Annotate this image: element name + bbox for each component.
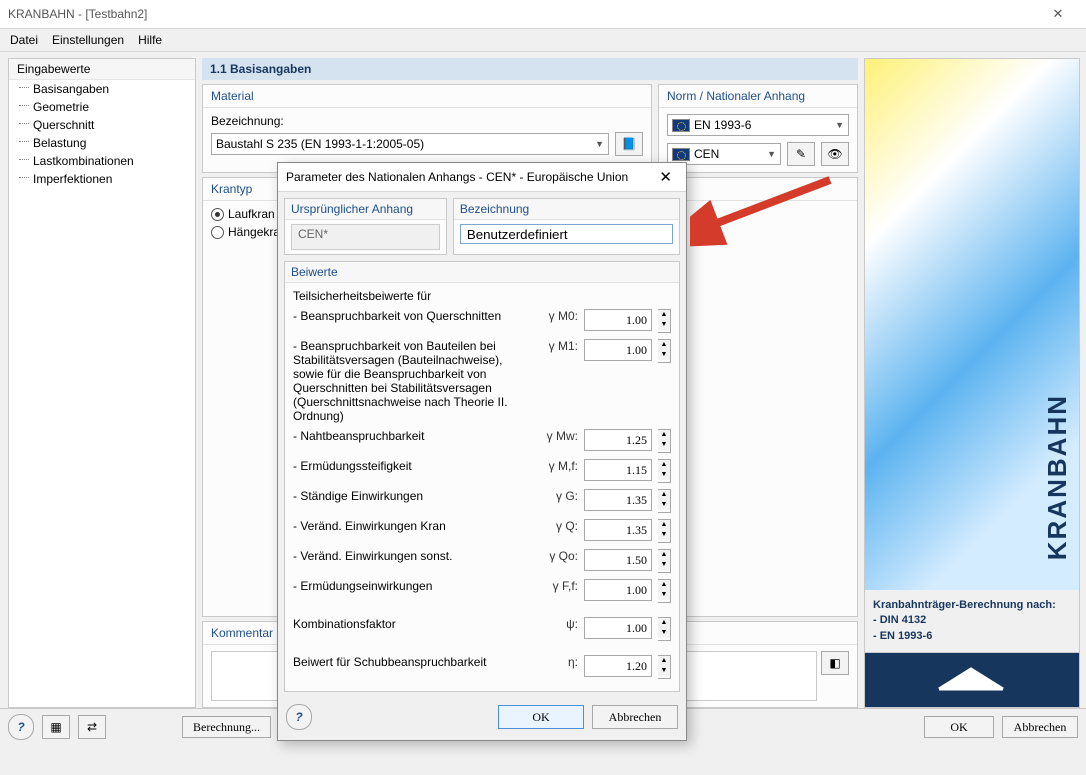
question-icon: ? <box>295 710 302 724</box>
radio-icon <box>211 226 224 239</box>
gamma-m0-input[interactable] <box>584 309 652 331</box>
original-annex-group: Ursprünglicher Anhang CEN* <box>284 198 447 255</box>
bezeichnung-input[interactable] <box>460 224 673 244</box>
gamma-row: - Veränd. Einwirkungen Kran γ Q: ▲▼ <box>293 519 671 543</box>
dialog-ok-button[interactable]: OK <box>498 705 584 729</box>
brand-info-line: - EN 1993-6 <box>873 629 1071 644</box>
spinner-buttons[interactable]: ▲▼ <box>658 549 671 573</box>
eta-input[interactable] <box>584 655 652 677</box>
gamma-row: - Beanspruchbarkeit von Bauteilen bei St… <box>293 339 671 423</box>
gamma-qo-input[interactable] <box>584 549 652 571</box>
close-icon[interactable]: ✕ <box>1038 6 1078 22</box>
norm-view-button[interactable]: 👁 <box>821 142 849 166</box>
gamma-row: - Veränd. Einwirkungen sonst. γ Qo: ▲▼ <box>293 549 671 573</box>
spinner-buttons[interactable]: ▲▼ <box>658 655 671 679</box>
norm-code-select[interactable]: EN 1993-6▼ <box>667 114 849 136</box>
main-ok-button[interactable]: OK <box>924 716 994 738</box>
norm-title: Norm / Nationaler Anhang <box>659 85 857 108</box>
dialog-title: Parameter des Nationalen Anhangs - CEN* … <box>286 170 628 184</box>
brand-panel: KRANBAHN Kranbahnträger-Berechnung nach:… <box>864 58 1080 708</box>
gamma-q-input[interactable] <box>584 519 652 541</box>
eu-flag-icon <box>672 148 690 161</box>
psi-input[interactable] <box>584 617 652 639</box>
spinner-buttons[interactable]: ▲▼ <box>658 519 671 543</box>
dialog-help-button[interactable]: ? <box>286 704 312 730</box>
original-annex-value: CEN* <box>291 224 440 250</box>
layout-icon: ▦ <box>50 720 61 734</box>
beiwerte-group: Beiwerte Teilsicherheitsbeiwerte für - B… <box>284 261 680 692</box>
spinner-buttons[interactable]: ▲▼ <box>658 617 671 641</box>
sidebar-item-imperfektionen[interactable]: Imperfektionen <box>9 170 195 188</box>
dialog-cancel-button[interactable]: Abbrechen <box>592 705 678 729</box>
material-panel: Material Bezeichnung: Baustahl S 235 (EN… <box>202 84 652 173</box>
radio-icon <box>211 208 224 221</box>
edit-icon: ✎ <box>796 147 806 161</box>
material-label: Bezeichnung: <box>211 114 643 128</box>
brand-info-title: Kranbahnträger-Berechnung nach: <box>873 598 1071 613</box>
footer-icon-button-2[interactable]: ⇄ <box>78 715 106 739</box>
sidebar-header: Eingabewerte <box>9 59 195 80</box>
gamma-mw-input[interactable] <box>584 429 652 451</box>
titlebar: KRANBAHN - [Testbahn2] ✕ <box>0 0 1086 29</box>
spinner-buttons[interactable]: ▲▼ <box>658 459 671 483</box>
bezeichnung-label: Bezeichnung <box>454 199 679 220</box>
sidebar-item-lastkombinationen[interactable]: Lastkombinationen <box>9 152 195 170</box>
gamma-ff-input[interactable] <box>584 579 652 601</box>
gamma-mf-input[interactable] <box>584 459 652 481</box>
swap-icon: ⇄ <box>87 720 97 734</box>
book-icon: 📘 <box>622 137 637 151</box>
sidebar-item-querschnitt[interactable]: Querschnitt <box>9 116 195 134</box>
spinner-buttons[interactable]: ▲▼ <box>658 339 671 363</box>
berechnung-button[interactable]: Berechnung... <box>182 716 271 738</box>
material-select[interactable]: Baustahl S 235 (EN 1993-1-1:2005-05) ▼ <box>211 133 609 155</box>
gamma-row: - Ermüdungssteifigkeit γ M,f: ▲▼ <box>293 459 671 483</box>
main-cancel-button[interactable]: Abbrechen <box>1002 716 1078 738</box>
beiwerte-subheader: Teilsicherheitsbeiwerte für <box>293 289 671 303</box>
norm-panel: Norm / Nationaler Anhang EN 1993-6▼ CEN <box>658 84 858 173</box>
gamma-g-input[interactable] <box>584 489 652 511</box>
dialog-close-button[interactable]: ✕ <box>653 168 678 186</box>
sidebar-item-geometrie[interactable]: Geometrie <box>9 98 195 116</box>
section-header: 1.1 Basisangaben <box>202 58 858 80</box>
question-icon: ? <box>17 720 24 734</box>
spinner-buttons[interactable]: ▲▼ <box>658 489 671 513</box>
original-annex-label: Ursprünglicher Anhang <box>285 199 446 220</box>
eu-flag-icon <box>672 119 690 132</box>
footer-icon-button-1[interactable]: ▦ <box>42 715 70 739</box>
brand-info-line: - DIN 4132 <box>873 613 1071 628</box>
menubar: Datei Einstellungen Hilfe <box>0 29 1086 52</box>
menu-hilfe[interactable]: Hilfe <box>138 33 162 47</box>
window-title: KRANBAHN - [Testbahn2] <box>8 7 147 21</box>
beiwerte-title: Beiwerte <box>285 262 679 283</box>
sidebar-tree: Eingabewerte Basisangaben Geometrie Quer… <box>8 58 196 708</box>
national-annex-dialog: Parameter des Nationalen Anhangs - CEN* … <box>277 162 687 741</box>
menu-einstellungen[interactable]: Einstellungen <box>52 33 124 47</box>
view-icon: 👁 <box>827 147 842 161</box>
gamma-row: - Ermüdungseinwirkungen γ F,f: ▲▼ <box>293 579 671 603</box>
sidebar-item-belastung[interactable]: Belastung <box>9 134 195 152</box>
norm-edit-button[interactable]: ✎ <box>787 142 815 166</box>
kommentar-expand-button[interactable]: ◧ <box>821 651 849 675</box>
material-library-button[interactable]: 📘 <box>615 132 643 156</box>
menu-datei[interactable]: Datei <box>10 33 38 47</box>
gamma-m1-input[interactable] <box>584 339 652 361</box>
schub-row: Beiwert für Schubbeanspruchbarkeit η: ▲▼ <box>293 655 671 679</box>
spinner-buttons[interactable]: ▲▼ <box>658 309 671 333</box>
popup-icon: ◧ <box>829 656 840 670</box>
brand-name: KRANBAHN <box>1042 394 1073 560</box>
spinner-buttons[interactable]: ▲▼ <box>658 579 671 603</box>
gamma-row: - Beanspruchbarkeit von Querschnitten γ … <box>293 309 671 333</box>
brand-logo <box>865 652 1079 707</box>
material-title: Material <box>203 85 651 108</box>
sidebar-item-basisangaben[interactable]: Basisangaben <box>9 80 195 98</box>
gamma-row: - Nahtbeanspruchbarkeit γ Mw: ▲▼ <box>293 429 671 453</box>
help-button[interactable]: ? <box>8 714 34 740</box>
bezeichnung-group: Bezeichnung <box>453 198 680 255</box>
gamma-row: - Ständige Einwirkungen γ G: ▲▼ <box>293 489 671 513</box>
spinner-buttons[interactable]: ▲▼ <box>658 429 671 453</box>
komb-row: Kombinationsfaktor ψ: ▲▼ <box>293 617 671 641</box>
